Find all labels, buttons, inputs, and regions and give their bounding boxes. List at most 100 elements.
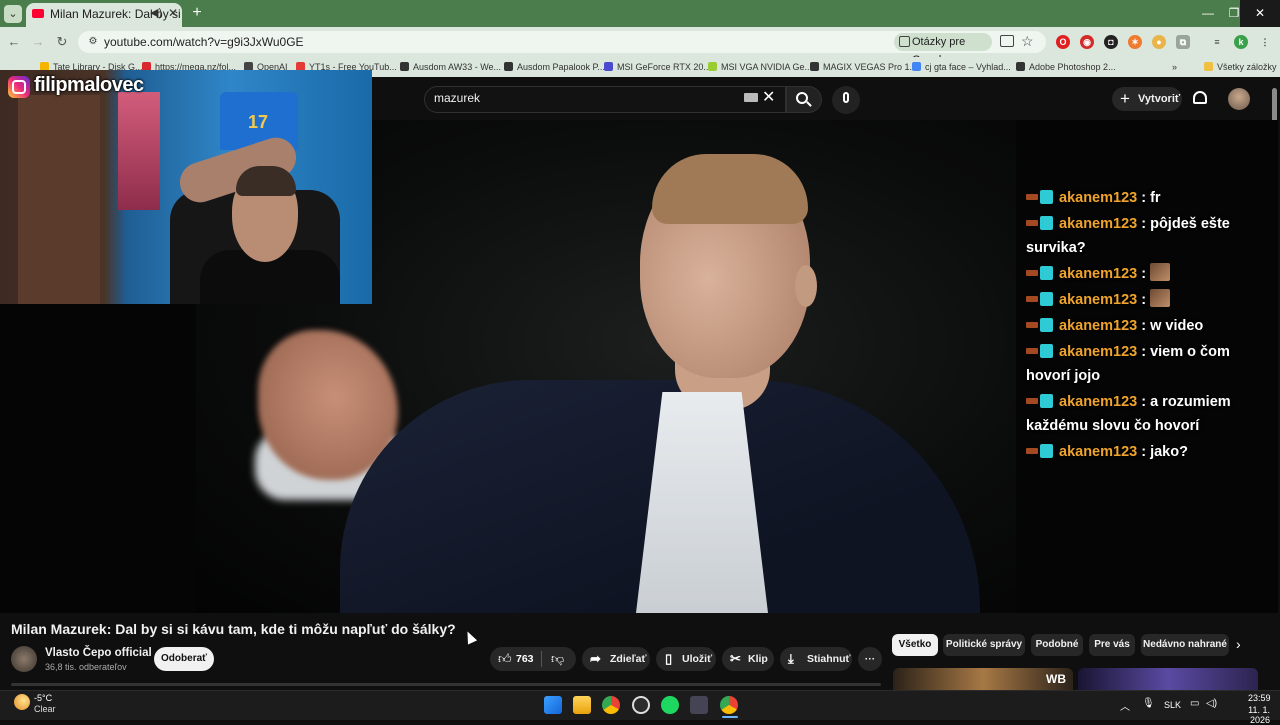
bookmark-item[interactable]: Ausdom AW33 - We... bbox=[400, 60, 501, 74]
share-label: Zdieľať bbox=[610, 653, 647, 665]
bookmark-label: cj gta face – Vyhlad... bbox=[925, 62, 1011, 72]
back-button[interactable]: ← bbox=[6, 34, 22, 50]
clock-time[interactable]: 23:59 bbox=[1248, 693, 1271, 703]
reload-button[interactable]: ↻ bbox=[54, 34, 70, 50]
media-control-icon[interactable]: ≡ bbox=[1210, 35, 1224, 49]
bookmark-favicon-icon bbox=[604, 62, 613, 71]
clip-button[interactable]: ✂ Klip bbox=[722, 647, 774, 671]
save-button[interactable]: ▯ Uložiť bbox=[656, 647, 716, 671]
more-bookmarks-icon[interactable]: » bbox=[1172, 60, 1177, 74]
chat-badge-icon bbox=[1026, 398, 1038, 404]
chat-badge-icon bbox=[1026, 322, 1038, 328]
channel-avatar[interactable] bbox=[11, 646, 37, 672]
dark-extension-icon[interactable]: ◘ bbox=[1104, 35, 1118, 49]
filter-chip[interactable]: Nedávno nahrané bbox=[1141, 634, 1229, 656]
video-speaker-ear bbox=[795, 265, 817, 307]
volume-icon[interactable]: ◁) bbox=[1206, 698, 1217, 709]
chips-next-icon[interactable]: › bbox=[1236, 636, 1241, 652]
filter-chip[interactable]: Politické správy bbox=[943, 634, 1025, 656]
file-explorer-icon[interactable] bbox=[573, 696, 591, 714]
tray-chevron-icon[interactable]: ︿ bbox=[1120, 698, 1130, 713]
chat-sub-badge-icon bbox=[1040, 292, 1053, 306]
account-avatar[interactable] bbox=[1228, 88, 1250, 110]
bookmark-item[interactable]: MAGIX VEGAS Pro 1... bbox=[810, 60, 917, 74]
bookmark-label: Ausdom Papalook P... bbox=[517, 62, 605, 72]
chat-sub-badge-icon bbox=[1040, 190, 1053, 204]
profile-icon[interactable]: k bbox=[1234, 35, 1248, 49]
all-bookmarks-link[interactable]: Všetky záložky bbox=[1204, 60, 1277, 74]
bookmark-favicon-icon bbox=[400, 62, 409, 71]
chat-message: akanem123 : a rozumiem každému slovu čo … bbox=[1026, 394, 1231, 434]
search-value[interactable]: mazurek bbox=[434, 91, 480, 105]
chrome-profile-icon[interactable] bbox=[720, 696, 738, 714]
subscribe-button[interactable]: Odoberať bbox=[154, 647, 214, 671]
more-icon: ··· bbox=[864, 653, 876, 665]
chat-emote-icon bbox=[1150, 263, 1171, 281]
obs-icon[interactable] bbox=[632, 696, 650, 714]
clock-date[interactable]: 11. 1. 2026 bbox=[1228, 705, 1270, 725]
chat-username: akanem123 bbox=[1059, 394, 1138, 410]
recommended-thumbnail[interactable] bbox=[1078, 668, 1258, 690]
dislike-button[interactable]: 👎︎ bbox=[548, 647, 572, 671]
new-tab-button[interactable]: + bbox=[188, 4, 206, 22]
language-indicator[interactable]: SLK bbox=[1164, 700, 1181, 710]
site-info-icon[interactable]: ⚙ bbox=[86, 35, 100, 49]
bookmark-label: MAGIX VEGAS Pro 1... bbox=[823, 62, 918, 72]
filter-chip[interactable]: Všetko bbox=[892, 634, 938, 656]
chat-message: akanem123 : viem o čom hovorí jojo bbox=[1026, 344, 1230, 384]
install-app-icon[interactable] bbox=[1000, 35, 1014, 47]
video-title: Milan Mazurek: Dal by si si kávu tam, kd… bbox=[11, 621, 456, 637]
chat-username: akanem123 bbox=[1059, 216, 1138, 232]
chat-badge-icon bbox=[1026, 348, 1038, 354]
chat-badge-icon bbox=[1026, 270, 1038, 276]
share-icon: ➦ bbox=[590, 651, 601, 666]
bookmark-star-icon[interactable]: ☆ bbox=[1021, 33, 1034, 49]
red-extension-icon[interactable]: ◉ bbox=[1080, 35, 1094, 49]
start-button[interactable] bbox=[544, 696, 562, 714]
bookmark-item[interactable]: cj gta face – Vyhlad... bbox=[912, 60, 1011, 74]
tab-search-button[interactable]: ⌄ bbox=[4, 5, 22, 23]
app-icon[interactable] bbox=[690, 696, 708, 714]
like-button[interactable]: 👍︎ 763 bbox=[496, 647, 540, 671]
audio-playing-icon[interactable]: ◀) bbox=[150, 6, 162, 19]
microphone-tray-icon[interactable]: 🎙︎ bbox=[1142, 698, 1155, 709]
weather-condition[interactable]: Clear bbox=[34, 704, 56, 714]
spotify-icon[interactable] bbox=[661, 696, 679, 714]
chrome-icon[interactable] bbox=[602, 696, 620, 714]
plus-icon: + bbox=[1120, 89, 1130, 108]
chat-sub-badge-icon bbox=[1040, 318, 1053, 332]
filter-chip[interactable]: Pre vás bbox=[1089, 634, 1135, 656]
channel-name[interactable]: Vlasto Čepo official bbox=[45, 647, 152, 659]
opera-extension-icon[interactable]: O bbox=[1056, 35, 1070, 49]
keyboard-icon[interactable] bbox=[744, 93, 758, 102]
instagram-handle: filipmalovec bbox=[34, 74, 144, 96]
forward-button[interactable]: → bbox=[30, 34, 46, 50]
network-icon[interactable]: ▭ bbox=[1190, 698, 1199, 709]
bookmark-favicon-icon bbox=[504, 62, 513, 71]
close-window-button[interactable]: ✕ bbox=[1240, 0, 1280, 27]
notifications-bell-icon[interactable] bbox=[1193, 91, 1207, 104]
orange-extension-icon[interactable]: ✶ bbox=[1128, 35, 1142, 49]
yellow-extension-icon[interactable]: ● bbox=[1152, 35, 1166, 49]
weather-temperature[interactable]: -5°C bbox=[34, 693, 52, 703]
tab-close-icon[interactable]: ✕ bbox=[166, 6, 180, 20]
weather-icon[interactable] bbox=[14, 694, 30, 710]
chat-username: akanem123 bbox=[1059, 318, 1138, 334]
bookmark-item[interactable]: MSI VGA NVIDIA Ge... bbox=[708, 60, 812, 74]
bookmark-label: MSI GeForce RTX 20... bbox=[617, 62, 711, 72]
bookmark-item[interactable]: MSI GeForce RTX 20... bbox=[604, 60, 711, 74]
extensions-icon[interactable]: ⧉ bbox=[1176, 35, 1190, 49]
like-count: 763 bbox=[516, 653, 534, 665]
share-button[interactable]: ➦ Zdieľať bbox=[582, 647, 650, 671]
bookmark-label: Adobe Photoshop 2... bbox=[1029, 62, 1116, 72]
chat-sub-badge-icon bbox=[1040, 444, 1053, 458]
more-actions-button[interactable]: ··· bbox=[858, 647, 882, 671]
download-button[interactable]: ⤓ Stiahnuť bbox=[780, 647, 852, 671]
clear-search-icon[interactable]: ✕ bbox=[762, 89, 775, 107]
bookmark-item[interactable]: Ausdom Papalook P... bbox=[504, 60, 605, 74]
bookmark-item[interactable]: Adobe Photoshop 2... bbox=[1016, 60, 1116, 74]
url-text[interactable]: youtube.com/watch?v=g9i3JxWu0GE bbox=[104, 33, 304, 51]
chat-sub-badge-icon bbox=[1040, 394, 1053, 408]
menu-icon[interactable]: ⋮ bbox=[1258, 35, 1272, 49]
filter-chip[interactable]: Podobné bbox=[1031, 634, 1083, 656]
